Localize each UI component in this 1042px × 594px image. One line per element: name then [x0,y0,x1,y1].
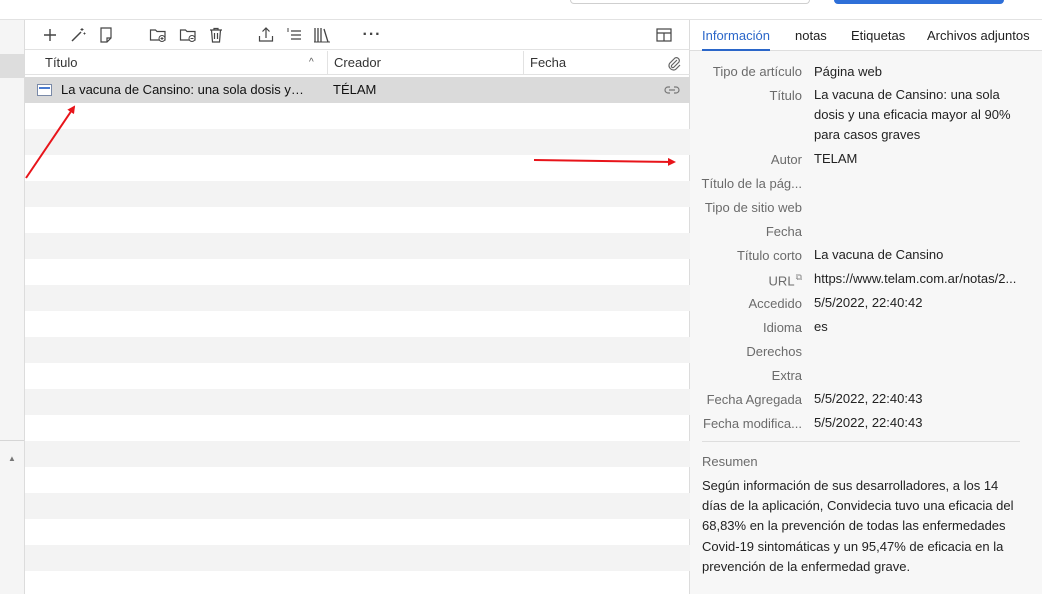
tab-notes[interactable]: notas [795,20,827,51]
export-icon[interactable] [255,25,277,45]
trash-icon[interactable] [205,25,227,45]
empty-row [25,493,690,519]
item-tabs: Información notas Etiquetas Archivos adj… [690,20,1042,51]
new-item-icon[interactable] [39,25,61,45]
empty-row [25,103,690,129]
field-value-title[interactable]: La vacuna de Cansino: una sola dosis y u… [814,85,1029,145]
empty-row [25,233,690,259]
field-label-accessed: Accedido [748,296,802,311]
field-label-extra: Extra [771,368,802,383]
items-pane: ··· Título ^ Creador Fecha La vacuna de … [25,20,690,594]
item-title-cell: La vacuna de Cansino: una sola dosis y u… [61,82,307,97]
field-value-url[interactable]: https://www.telam.com.ar/notas/2... [814,269,1024,289]
field-label-title: Título [769,88,802,103]
column-header-date[interactable]: Fecha [523,51,653,75]
zotero-window: ▲ ··· Título ^ Creador Fecha La vacuna d… [0,0,1042,594]
field-label-url[interactable]: URL⧉ [769,272,802,288]
primary-action-button[interactable] [834,0,1004,4]
field-value-language[interactable]: es [814,317,1024,337]
magic-wand-icon[interactable] [67,25,89,45]
selected-collection[interactable] [0,54,24,78]
section-divider [702,441,1020,442]
empty-row [25,285,690,311]
sort-ascending-icon: ^ [309,57,314,68]
search-field[interactable] [570,0,810,4]
empty-row [25,129,690,155]
attachment-column-icon[interactable] [665,54,683,72]
tab-attachments[interactable]: Archivos adjuntos [927,20,1030,51]
field-value-author[interactable]: TELAM [814,149,1024,169]
field-label-date-modified: Fecha modifica... [703,416,802,431]
empty-row [25,467,690,493]
url-label-text: URL [768,273,795,289]
field-label-short-title: Título corto [736,248,802,263]
items-list: La vacuna de Cansino: una sola dosis y u… [25,77,690,594]
collections-pane: ▲ [0,20,25,594]
field-label-rights: Derechos [746,344,802,359]
column-picker-icon[interactable] [653,25,675,45]
field-label-language: Idioma [762,320,802,335]
empty-row [25,363,690,389]
pane-splitter[interactable] [0,440,24,441]
item-creator-cell: TÉLAM [333,82,377,97]
field-label-item-type: Tipo de artículo [712,64,802,79]
tab-tags[interactable]: Etiquetas [851,20,905,51]
empty-row [25,519,690,545]
table-row[interactable]: La vacuna de Cansino: una sola dosis y u… [25,77,690,103]
column-header-title[interactable]: Título [39,51,325,75]
empty-row [25,389,690,415]
column-headers: Título ^ Creador Fecha [25,51,690,75]
item-date-cell [529,77,649,103]
collapse-up-icon[interactable]: ▲ [8,454,16,463]
empty-row [25,311,690,337]
abstract-text[interactable]: Según información de sus desarrolladores… [702,476,1024,577]
empty-row [25,441,690,467]
empty-row [25,571,690,594]
empty-row [25,545,690,571]
empty-row [25,207,690,233]
empty-row [25,415,690,441]
field-label-site-type: Tipo de sitio web [704,200,802,215]
field-label-author: Autor [770,152,802,167]
empty-row [25,155,690,181]
empty-row [25,259,690,285]
library-icon[interactable] [311,25,333,45]
abstract-label: Resumen [702,454,758,469]
new-collection-icon[interactable] [147,25,169,45]
field-label-page-title: Título de la pág... [701,176,802,191]
tab-info[interactable]: Información [702,20,770,51]
field-value-accessed[interactable]: 5/5/2022, 22:40:42 [814,293,1024,313]
empty-row [25,337,690,363]
link-attachment-icon[interactable] [663,82,681,98]
items-toolbar: ··· [25,20,690,50]
field-value-short-title[interactable]: La vacuna de Cansino [814,245,1024,265]
column-header-creator[interactable]: Creador [327,51,523,75]
field-value-date-modified: 5/5/2022, 22:40:43 [814,415,923,430]
field-label-date: Fecha [765,224,802,239]
new-note-icon[interactable] [95,25,117,45]
remove-from-collection-icon[interactable] [177,25,199,45]
webpage-icon [37,84,52,96]
top-bar [0,0,1042,20]
empty-row [25,181,690,207]
external-link-icon[interactable]: ⧉ [796,272,802,282]
citation-icon[interactable] [283,25,305,45]
item-pane: Información notas Etiquetas Archivos adj… [690,20,1042,594]
field-label-date-added: Fecha Agregada [706,392,802,407]
field-value-item-type[interactable]: Página web [814,62,1024,82]
more-options-icon[interactable]: ··· [361,25,383,45]
field-value-date-added: 5/5/2022, 22:40:43 [814,391,923,406]
